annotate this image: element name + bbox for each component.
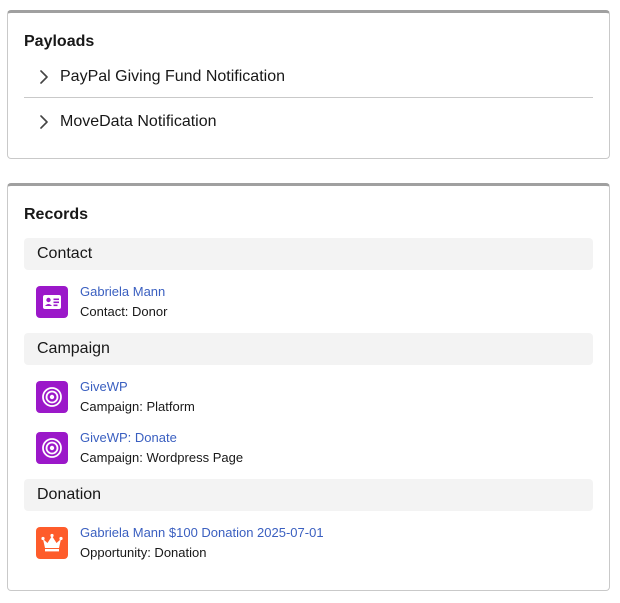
record-subtitle: Opportunity: Donation (80, 545, 207, 560)
campaign-target-icon (36, 381, 68, 413)
record-subtitle: Campaign: Platform (80, 399, 195, 414)
payload-divider (24, 97, 593, 98)
record-link[interactable]: GiveWP (80, 379, 128, 394)
payload-item-label: PayPal Giving Fund Notification (60, 68, 285, 85)
opportunity-crown-icon (36, 527, 68, 559)
records-title: Records (24, 206, 89, 223)
record-link[interactable]: GiveWP: Donate (80, 430, 177, 445)
payloads-title: Payloads (24, 33, 95, 50)
records-card: Records Contact Gabriela Mann Contact: D… (7, 183, 610, 591)
payload-item-paypal[interactable]: PayPal Giving Fund Notification (24, 55, 593, 99)
payload-item-movedata[interactable]: MoveData Notification (24, 100, 593, 144)
payload-item-label: MoveData Notification (60, 113, 217, 130)
section-header-donation: Donation (24, 479, 593, 511)
record-item-contact: Gabriela Mann Contact: Donor (36, 284, 576, 324)
chevron-right-icon[interactable] (34, 67, 54, 87)
record-subtitle: Campaign: Wordpress Page (80, 450, 244, 465)
record-subtitle: Contact: Donor (80, 304, 168, 319)
contact-card-icon (36, 286, 68, 318)
record-link[interactable]: Gabriela Mann $100 Donation 2025-07-01 (80, 525, 324, 540)
payloads-card: Payloads PayPal Giving Fund Notification… (7, 10, 610, 159)
section-header-campaign: Campaign (24, 333, 593, 365)
chevron-right-icon[interactable] (34, 112, 54, 132)
campaign-target-icon (36, 432, 68, 464)
section-header-contact: Contact (24, 238, 593, 270)
record-item-campaign: GiveWP: Donate Campaign: Wordpress Page (36, 430, 576, 470)
record-link[interactable]: Gabriela Mann (80, 284, 165, 299)
record-item-donation: Gabriela Mann $100 Donation 2025-07-01 O… (36, 525, 576, 565)
record-item-campaign: GiveWP Campaign: Platform (36, 379, 576, 419)
